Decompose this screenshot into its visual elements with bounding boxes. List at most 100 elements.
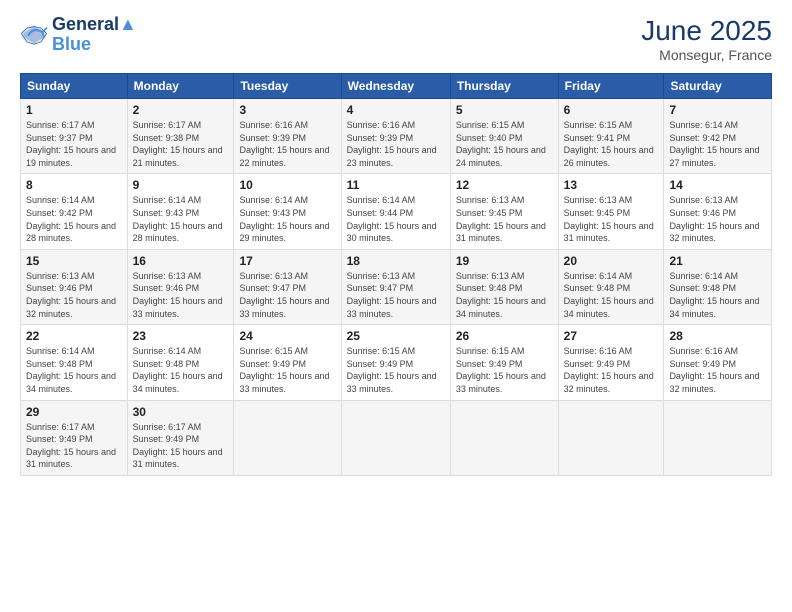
calendar-cell: 15 Sunrise: 6:13 AMSunset: 9:46 PMDayligh…: [21, 249, 128, 324]
day-info: Sunrise: 6:13 AMSunset: 9:46 PMDaylight:…: [133, 270, 229, 320]
day-number: 23: [133, 329, 229, 343]
calendar-cell: 19Sunrise: 6:13 AMSunset: 9:48 PMDayligh…: [450, 249, 558, 324]
day-number: 21: [669, 254, 766, 268]
day-number: 20: [564, 254, 659, 268]
day-info: Sunrise: 6:13 AMSunset: 9:45 PMDaylight:…: [456, 194, 553, 244]
calendar-header: Sunday Monday Tuesday Wednesday Thursday…: [21, 74, 772, 99]
calendar-week-4: 22 Sunrise: 6:14 AMSunset: 9:48 PMDayligh…: [21, 325, 772, 400]
calendar-cell: 20 Sunrise: 6:14 AMSunset: 9:48 PMDayligh…: [558, 249, 664, 324]
day-number: 18: [347, 254, 445, 268]
col-monday: Monday: [127, 74, 234, 99]
calendar-cell: 7Sunrise: 6:14 AMSunset: 9:42 PMDaylight…: [664, 99, 772, 174]
day-number: 17: [239, 254, 335, 268]
day-info: Sunrise: 6:14 AMSunset: 9:44 PMDaylight:…: [347, 194, 445, 244]
calendar-cell: 14Sunrise: 6:13 AMSunset: 9:46 PMDayligh…: [664, 174, 772, 249]
day-number: 10: [239, 178, 335, 192]
day-number: 5: [456, 103, 553, 117]
day-number: 11: [347, 178, 445, 192]
calendar-week-5: 29 Sunrise: 6:17 AMSunset: 9:49 PMDayligh…: [21, 400, 772, 475]
day-number: 19: [456, 254, 553, 268]
day-info: Sunrise: 6:14 AMSunset: 9:48 PMDaylight:…: [564, 270, 659, 320]
calendar-cell: 1 Sunrise: 6:17 AMSunset: 9:37 PMDaylight…: [21, 99, 128, 174]
day-info: Sunrise: 6:17 AMSunset: 9:49 PMDaylight:…: [26, 421, 122, 471]
day-info: Sunrise: 6:15 AMSunset: 9:49 PMDaylight:…: [239, 345, 335, 395]
calendar-cell: 11 Sunrise: 6:14 AMSunset: 9:44 PMDayligh…: [341, 174, 450, 249]
title-block: June 2025 Monsegur, France: [641, 15, 772, 63]
day-number: 13: [564, 178, 659, 192]
calendar-cell: 13 Sunrise: 6:13 AMSunset: 9:45 PMDayligh…: [558, 174, 664, 249]
logo-text: General▲ Blue: [52, 15, 137, 55]
calendar-cell: [234, 400, 341, 475]
day-info: Sunrise: 6:13 AMSunset: 9:47 PMDaylight:…: [347, 270, 445, 320]
col-wednesday: Wednesday: [341, 74, 450, 99]
day-number: 15: [26, 254, 122, 268]
day-info: Sunrise: 6:14 AMSunset: 9:48 PMDaylight:…: [133, 345, 229, 395]
col-friday: Friday: [558, 74, 664, 99]
day-info: Sunrise: 6:15 AMSunset: 9:41 PMDaylight:…: [564, 119, 659, 169]
day-number: 2: [133, 103, 229, 117]
calendar-cell: 27 Sunrise: 6:16 AMSunset: 9:49 PMDayligh…: [558, 325, 664, 400]
header: General▲ Blue June 2025 Monsegur, France: [20, 15, 772, 63]
day-number: 16: [133, 254, 229, 268]
day-number: 25: [347, 329, 445, 343]
calendar-cell: 3Sunrise: 6:16 AMSunset: 9:39 PMDaylight…: [234, 99, 341, 174]
calendar: Sunday Monday Tuesday Wednesday Thursday…: [20, 73, 772, 476]
logo-icon: [20, 21, 48, 49]
day-info: Sunrise: 6:13 AMSunset: 9:46 PMDaylight:…: [26, 270, 122, 320]
day-info: Sunrise: 6:15 AMSunset: 9:40 PMDaylight:…: [456, 119, 553, 169]
day-number: 3: [239, 103, 335, 117]
col-sunday: Sunday: [21, 74, 128, 99]
col-thursday: Thursday: [450, 74, 558, 99]
day-info: Sunrise: 6:15 AMSunset: 9:49 PMDaylight:…: [456, 345, 553, 395]
calendar-cell: 16 Sunrise: 6:13 AMSunset: 9:46 PMDayligh…: [127, 249, 234, 324]
day-info: Sunrise: 6:14 AMSunset: 9:43 PMDaylight:…: [239, 194, 335, 244]
calendar-cell: 4Sunrise: 6:16 AMSunset: 9:39 PMDaylight…: [341, 99, 450, 174]
calendar-cell: 18 Sunrise: 6:13 AMSunset: 9:47 PMDayligh…: [341, 249, 450, 324]
day-info: Sunrise: 6:13 AMSunset: 9:45 PMDaylight:…: [564, 194, 659, 244]
calendar-cell: [341, 400, 450, 475]
day-number: 12: [456, 178, 553, 192]
day-number: 1: [26, 103, 122, 117]
page: General▲ Blue June 2025 Monsegur, France…: [0, 0, 792, 612]
day-number: 9: [133, 178, 229, 192]
weekday-row: Sunday Monday Tuesday Wednesday Thursday…: [21, 74, 772, 99]
day-info: Sunrise: 6:17 AMSunset: 9:49 PMDaylight:…: [133, 421, 229, 471]
calendar-cell: 30Sunrise: 6:17 AMSunset: 9:49 PMDayligh…: [127, 400, 234, 475]
calendar-cell: 5 Sunrise: 6:15 AMSunset: 9:40 PMDaylight…: [450, 99, 558, 174]
day-info: Sunrise: 6:14 AMSunset: 9:42 PMDaylight:…: [26, 194, 122, 244]
calendar-cell: 12 Sunrise: 6:13 AMSunset: 9:45 PMDayligh…: [450, 174, 558, 249]
calendar-cell: 8Sunrise: 6:14 AMSunset: 9:42 PMDaylight…: [21, 174, 128, 249]
calendar-cell: 6 Sunrise: 6:15 AMSunset: 9:41 PMDaylight…: [558, 99, 664, 174]
day-info: Sunrise: 6:17 AMSunset: 9:38 PMDaylight:…: [133, 119, 229, 169]
day-number: 29: [26, 405, 122, 419]
calendar-cell: 10 Sunrise: 6:14 AMSunset: 9:43 PMDayligh…: [234, 174, 341, 249]
day-info: Sunrise: 6:14 AMSunset: 9:42 PMDaylight:…: [669, 119, 766, 169]
day-info: Sunrise: 6:15 AMSunset: 9:49 PMDaylight:…: [347, 345, 445, 395]
day-number: 6: [564, 103, 659, 117]
day-number: 14: [669, 178, 766, 192]
month-year: June 2025: [641, 15, 772, 47]
calendar-cell: 21Sunrise: 6:14 AMSunset: 9:48 PMDayligh…: [664, 249, 772, 324]
day-number: 26: [456, 329, 553, 343]
day-info: Sunrise: 6:17 AMSunset: 9:37 PMDaylight:…: [26, 119, 122, 169]
calendar-week-1: 1 Sunrise: 6:17 AMSunset: 9:37 PMDaylight…: [21, 99, 772, 174]
day-number: 22: [26, 329, 122, 343]
col-saturday: Saturday: [664, 74, 772, 99]
day-number: 4: [347, 103, 445, 117]
location: Monsegur, France: [641, 47, 772, 63]
col-tuesday: Tuesday: [234, 74, 341, 99]
day-number: 27: [564, 329, 659, 343]
day-info: Sunrise: 6:16 AMSunset: 9:49 PMDaylight:…: [564, 345, 659, 395]
day-info: Sunrise: 6:13 AMSunset: 9:47 PMDaylight:…: [239, 270, 335, 320]
calendar-cell: 9 Sunrise: 6:14 AMSunset: 9:43 PMDaylight…: [127, 174, 234, 249]
calendar-cell: 2 Sunrise: 6:17 AMSunset: 9:38 PMDaylight…: [127, 99, 234, 174]
day-number: 24: [239, 329, 335, 343]
calendar-cell: 17 Sunrise: 6:13 AMSunset: 9:47 PMDayligh…: [234, 249, 341, 324]
day-info: Sunrise: 6:14 AMSunset: 9:48 PMDaylight:…: [26, 345, 122, 395]
calendar-cell: 26 Sunrise: 6:15 AMSunset: 9:49 PMDayligh…: [450, 325, 558, 400]
calendar-cell: 25 Sunrise: 6:15 AMSunset: 9:49 PMDayligh…: [341, 325, 450, 400]
calendar-cell: [450, 400, 558, 475]
day-info: Sunrise: 6:14 AMSunset: 9:43 PMDaylight:…: [133, 194, 229, 244]
calendar-body: 1 Sunrise: 6:17 AMSunset: 9:37 PMDaylight…: [21, 99, 772, 476]
calendar-cell: [558, 400, 664, 475]
